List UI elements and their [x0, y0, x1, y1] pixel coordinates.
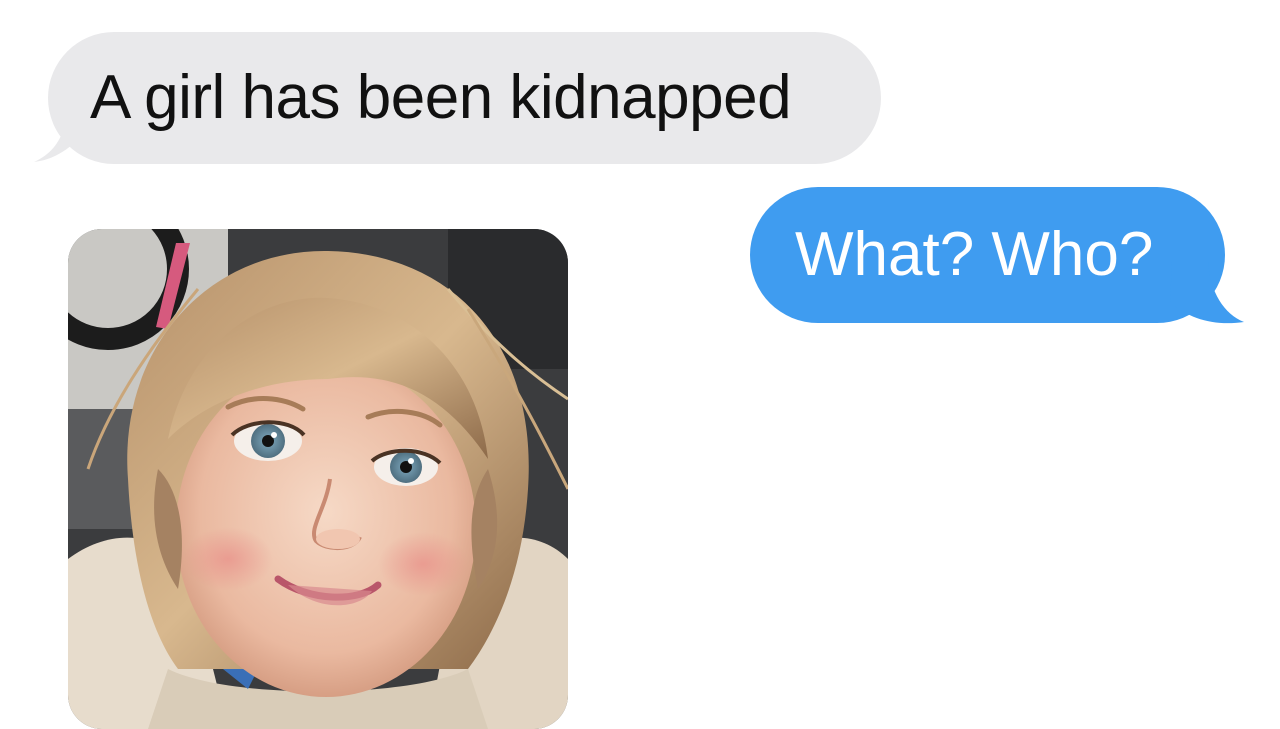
incoming-message-text: A girl has been kidnapped: [90, 63, 792, 132]
message-thread: A girl has been kidnapped What? Who?: [0, 0, 1280, 729]
outgoing-bubble-tail: [1170, 262, 1244, 324]
incoming-message-bubble[interactable]: A girl has been kidnapped: [48, 32, 881, 164]
incoming-photo-attachment[interactable]: [68, 229, 568, 729]
outgoing-message-bubble[interactable]: What? Who?: [750, 187, 1225, 323]
photo-of-young-girl-icon: [68, 229, 568, 729]
outgoing-message-text: What? Who?: [795, 220, 1154, 289]
